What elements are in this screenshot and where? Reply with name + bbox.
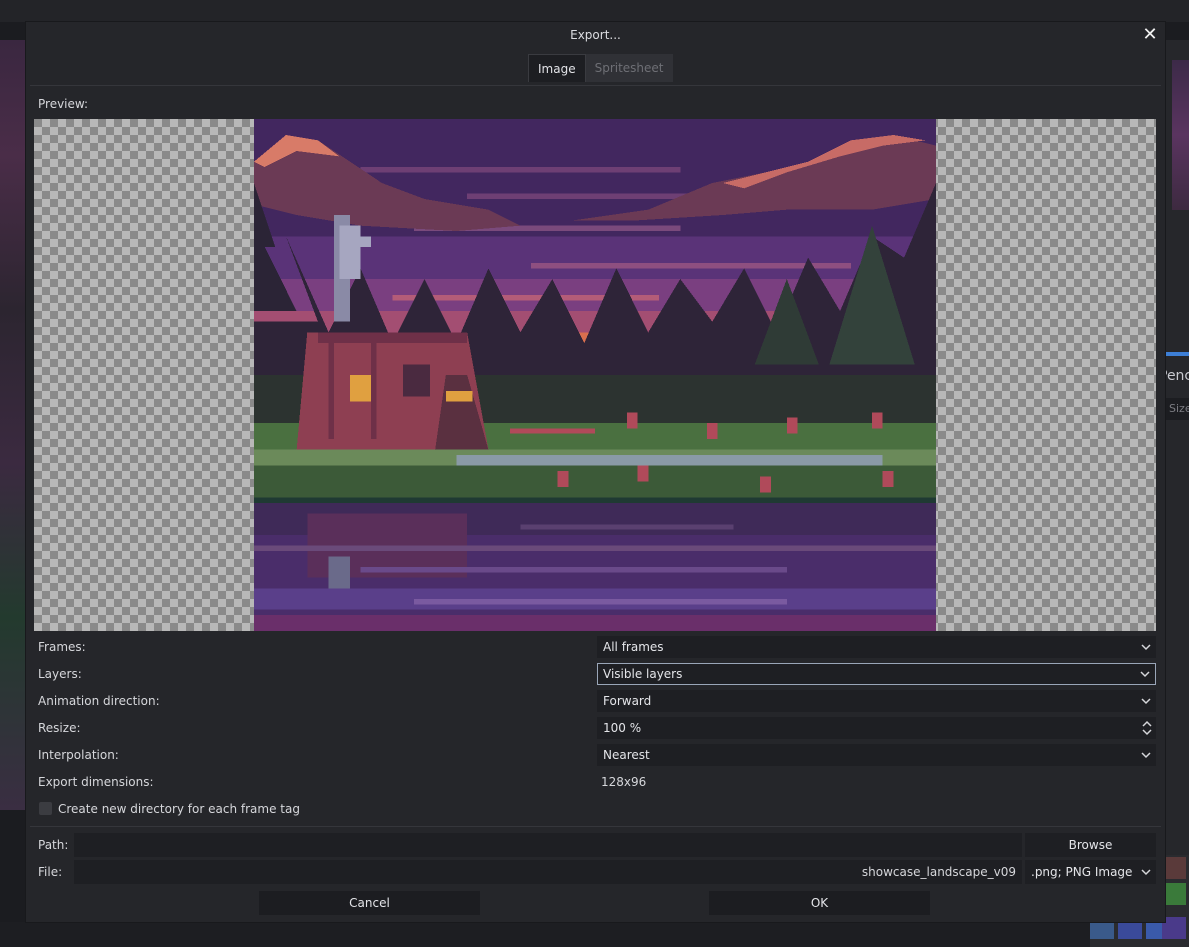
app-bottom-bar — [0, 922, 1090, 947]
layers-label: Layers: — [38, 667, 82, 681]
new-directory-label[interactable]: Create new directory for each frame tag — [58, 802, 300, 816]
layers-select[interactable]: Visible layers — [597, 663, 1156, 685]
new-directory-checkbox[interactable] — [39, 802, 52, 815]
path-label: Path: — [38, 838, 69, 852]
palette-swatch[interactable] — [1162, 857, 1186, 879]
chevron-down-icon — [1140, 860, 1152, 884]
path-input[interactable] — [74, 833, 1022, 857]
right-panel-size-input[interactable]: Size — [1163, 398, 1189, 420]
close-icon[interactable]: ✕ — [1140, 25, 1160, 45]
chevron-down-icon — [1140, 744, 1152, 766]
tab-spritesheet[interactable]: Spritesheet — [585, 54, 673, 82]
file-format-value: .png; PNG Image — [1031, 865, 1133, 879]
frames-value: All frames — [603, 640, 664, 654]
interpolation-select[interactable]: Nearest — [597, 744, 1156, 766]
interpolation-label: Interpolation: — [38, 748, 119, 762]
export-dialog: Export... ✕ Image Spritesheet Preview: F… — [26, 22, 1165, 922]
frames-label: Frames: — [38, 640, 86, 654]
dimensions-value: 128x96 — [601, 775, 647, 789]
spin-arrows-icon[interactable] — [1140, 718, 1154, 738]
direction-select[interactable]: Forward — [597, 690, 1156, 712]
palette-swatch[interactable] — [1162, 883, 1186, 905]
resize-value: 100 % — [603, 721, 642, 735]
chevron-down-icon — [1140, 636, 1152, 658]
file-label: File: — [38, 865, 63, 879]
resize-label: Resize: — [38, 721, 81, 735]
right-panel-accent — [1165, 352, 1189, 356]
browse-button[interactable]: Browse — [1025, 833, 1156, 857]
direction-label: Animation direction: — [38, 694, 160, 708]
interpolation-value: Nearest — [603, 748, 650, 762]
cancel-button[interactable]: Cancel — [259, 891, 480, 915]
file-format-select[interactable]: .png; PNG Image — [1025, 860, 1156, 884]
ok-button[interactable]: OK — [709, 891, 930, 915]
dimensions-label: Export dimensions: — [38, 775, 154, 789]
divider — [30, 85, 1161, 86]
canvas-background-left — [0, 40, 26, 810]
chevron-down-icon — [1139, 664, 1151, 684]
right-panel-preview — [1172, 60, 1189, 210]
file-name-input[interactable]: showcase_landscape_v09 — [74, 860, 1022, 884]
export-preview — [34, 119, 1156, 631]
dialog-title: Export... — [570, 28, 621, 42]
frames-select[interactable]: All frames — [597, 636, 1156, 658]
app-top-bar — [0, 0, 1189, 22]
palette-swatch[interactable] — [1162, 917, 1186, 939]
divider — [30, 826, 1161, 827]
export-tabs: Image Spritesheet — [528, 54, 673, 82]
resize-spinbox[interactable]: 100 % — [597, 717, 1156, 739]
direction-value: Forward — [603, 694, 652, 708]
preview-label: Preview: — [38, 97, 89, 111]
preview-image — [254, 119, 936, 631]
chevron-down-icon — [1140, 690, 1152, 712]
layers-value: Visible layers — [603, 667, 683, 681]
tab-image[interactable]: Image — [528, 54, 586, 82]
